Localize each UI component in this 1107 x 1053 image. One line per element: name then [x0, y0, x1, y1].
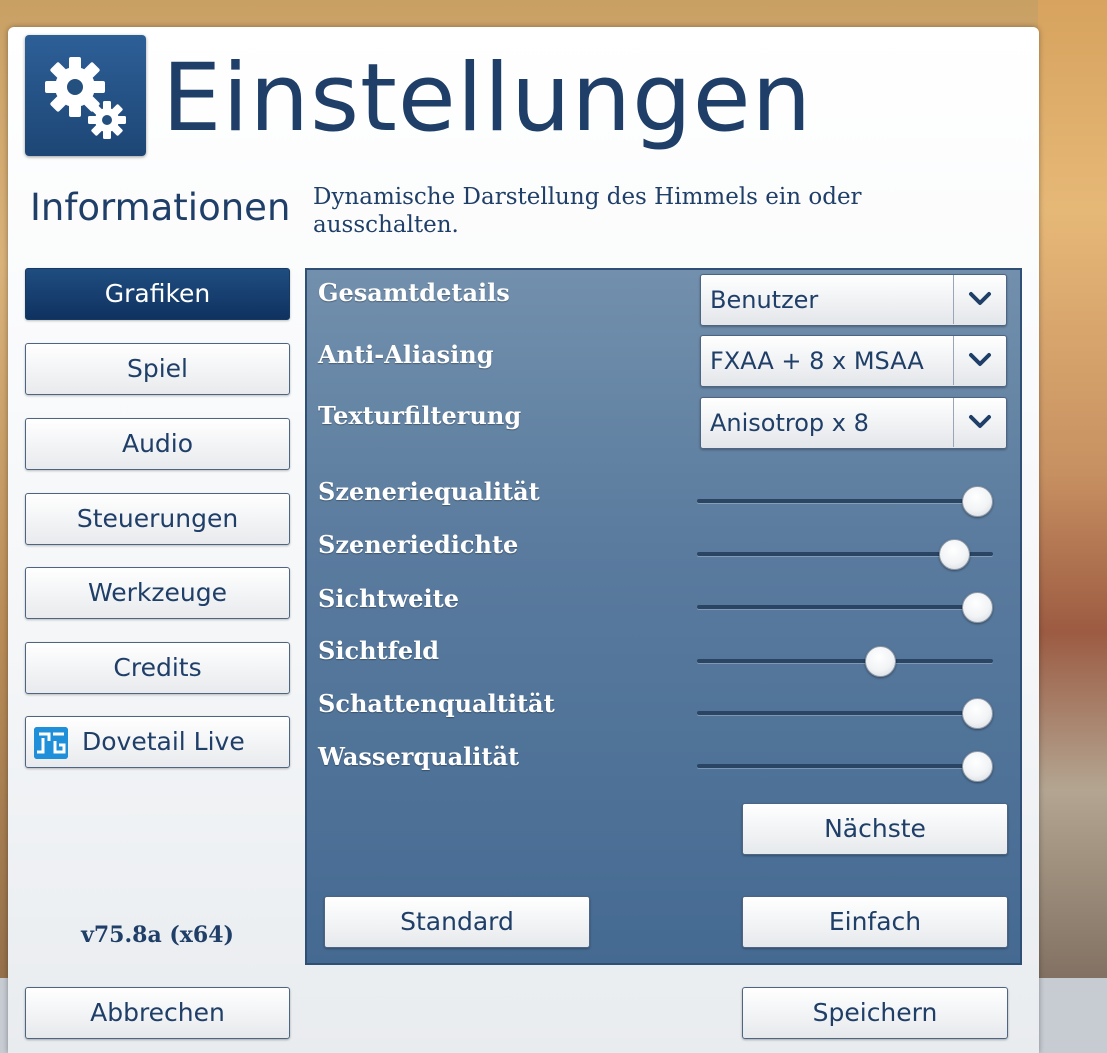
setting-label-sichtweite: Sichtweite — [318, 584, 459, 613]
setting-label-anti-aliasing: Anti-Aliasing — [318, 340, 494, 369]
version-label: v75.8a (x64) — [81, 922, 234, 948]
slider-handle[interactable] — [865, 646, 897, 677]
sidebar-item-werkzeuge[interactable]: Werkzeuge — [25, 567, 290, 619]
sidebar-item-label: Spiel — [126, 354, 188, 383]
sichtfeld-slider[interactable] — [697, 646, 993, 677]
schattenqualitaet-slider[interactable] — [697, 698, 993, 729]
dovetail-live-icon — [34, 727, 68, 759]
setting-label-wasserqualitaet: Wasserqualität — [318, 742, 520, 771]
sidebar-item-spiel[interactable]: Spiel — [25, 343, 290, 395]
sidebar-item-label: Credits — [113, 653, 202, 682]
info-heading: Informationen — [30, 186, 291, 229]
chevron-down-icon[interactable] — [953, 398, 1006, 447]
select-value: Benutzer — [710, 286, 819, 314]
sichtweite-slider[interactable] — [697, 592, 993, 623]
slider-track[interactable] — [697, 659, 993, 663]
szeneriedichte-slider[interactable] — [697, 539, 993, 570]
setting-label-schattenqualitaet: Schattenqualtität — [318, 689, 555, 718]
slider-handle[interactable] — [939, 539, 971, 570]
chevron-down-icon[interactable] — [953, 275, 1006, 324]
page-title: Einstellungen — [162, 44, 813, 153]
slider-handle[interactable] — [962, 698, 993, 729]
sidebar-item-steuerungen[interactable]: Steuerungen — [25, 493, 290, 545]
gears-icon — [25, 35, 146, 156]
slider-track[interactable] — [697, 605, 993, 609]
background-scenery — [1038, 0, 1107, 1053]
gesamtdetails-select[interactable]: Benutzer — [700, 274, 1007, 326]
select-value: FXAA + 8 x MSAA — [710, 347, 924, 375]
sidebar-item-label: Werkzeuge — [88, 578, 227, 607]
texturfilterung-select[interactable]: Anisotrop x 8 — [700, 397, 1007, 449]
sidebar-item-label: Grafiken — [104, 279, 211, 308]
slider-handle[interactable] — [962, 486, 993, 517]
standard-button[interactable]: Standard — [324, 896, 590, 948]
select-value: Anisotrop x 8 — [710, 409, 869, 437]
chevron-down-icon[interactable] — [953, 336, 1006, 385]
sidebar-item-label: Steuerungen — [76, 504, 239, 533]
cancel-button[interactable]: Abbrechen — [25, 987, 290, 1039]
setting-label-gesamtdetails: Gesamtdetails — [318, 278, 510, 307]
anti-aliasing-select[interactable]: FXAA + 8 x MSAA — [700, 335, 1007, 387]
slider-track[interactable] — [697, 499, 993, 503]
sidebar-item-credits[interactable]: Credits — [25, 642, 290, 694]
slider-track[interactable] — [697, 764, 993, 768]
info-description: Dynamische Darstellung des Himmels ein o… — [313, 184, 862, 238]
wasserqualitaet-slider[interactable] — [697, 751, 993, 782]
setting-label-sichtfeld: Sichtfeld — [318, 636, 440, 665]
sidebar-item-grafiken[interactable]: Grafiken — [25, 268, 290, 320]
simple-button[interactable]: Einfach — [742, 896, 1008, 948]
slider-track[interactable] — [697, 711, 993, 715]
setting-label-szeneriequalitaet: Szeneriequalität — [318, 477, 540, 506]
sidebar-item-label: Audio — [121, 429, 194, 458]
next-button[interactable]: Nächste — [742, 803, 1008, 855]
save-button[interactable]: Speichern — [742, 987, 1008, 1039]
szeneriequalitaet-slider[interactable] — [697, 486, 993, 517]
slider-handle[interactable] — [962, 751, 993, 782]
sidebar-item-label: Dovetail Live — [82, 727, 245, 756]
slider-handle[interactable] — [962, 592, 993, 623]
setting-label-szeneriedichte: Szeneriedichte — [318, 530, 519, 559]
setting-label-texturfilterung: Texturfilterung — [318, 401, 522, 430]
sidebar-item-dovetail-live[interactable]: Dovetail Live — [25, 716, 290, 768]
sidebar-item-audio[interactable]: Audio — [25, 418, 290, 470]
